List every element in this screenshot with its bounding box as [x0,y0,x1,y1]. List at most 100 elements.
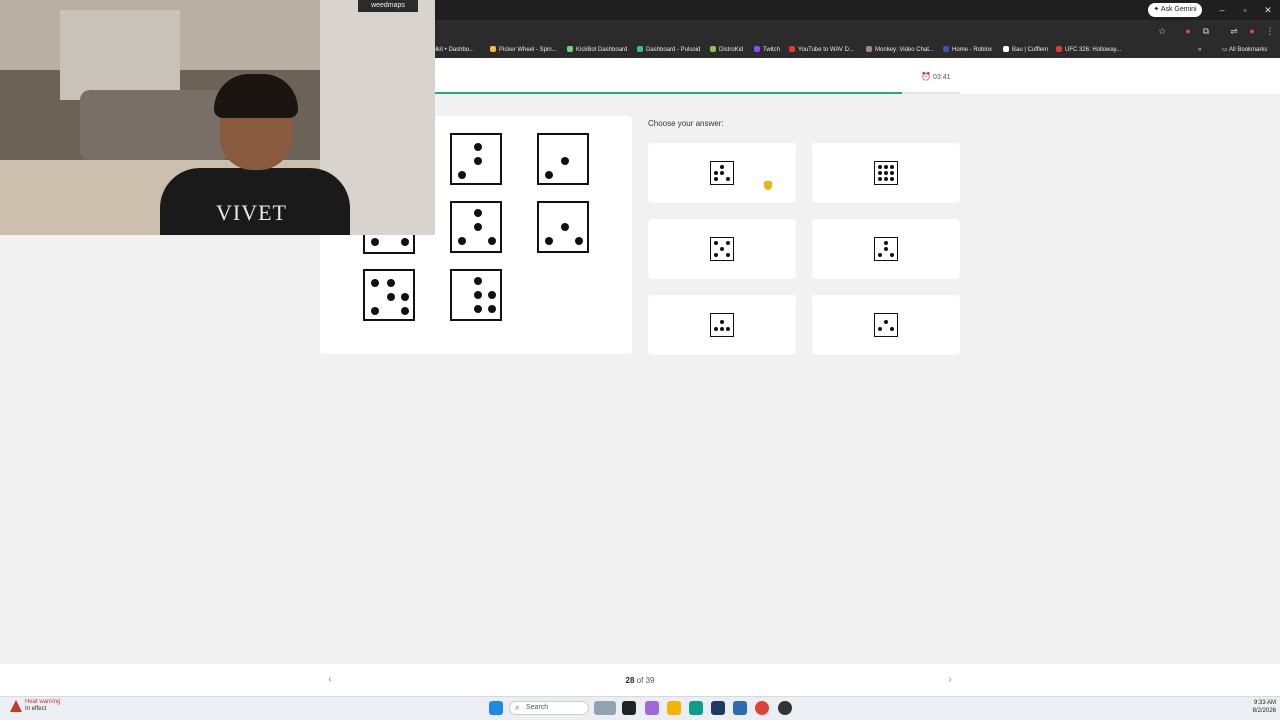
menu-dots-icon[interactable]: ⋮ [1264,25,1276,37]
all-bookmarks-label: All Bookmarks [1229,47,1268,53]
close-icon[interactable]: ✕ [1262,4,1274,16]
matrix-cell [450,201,502,253]
windows-start-icon[interactable] [489,701,503,715]
dot [878,253,882,257]
bookmark-item[interactable]: UFC 326: Holloway... [1056,45,1121,55]
dot [726,177,730,181]
bookmark-item[interactable]: Dashboard - Pulsoid [637,45,700,55]
cast-icon[interactable]: ⇌ [1228,25,1240,37]
answer-option[interactable] [812,143,960,203]
ask-gemini-label: Ask Gemini [1160,6,1197,13]
bookmark-label: Picker Wheel - Spin... [499,47,557,53]
restore-icon[interactable]: ▫ [1239,4,1251,16]
dot [878,327,882,331]
dot [720,247,724,251]
dot [884,320,888,324]
taskbar-search[interactable]: ⌕ Search [509,701,589,715]
dot [714,171,718,175]
hand-cursor-icon [764,181,772,190]
answer-option[interactable] [648,219,796,279]
bookmarks-overflow-icon[interactable]: » [1198,45,1201,55]
dot [401,238,409,246]
next-question-button[interactable]: › [942,672,958,688]
bookmark-favicon [754,46,760,52]
dot [575,237,583,245]
bookmark-favicon [567,46,573,52]
dot [890,171,894,175]
bookmark-item[interactable]: DistroKid [710,45,743,55]
dot [474,305,482,313]
bookmark-favicon [866,46,872,52]
extension-icon[interactable]: ● [1182,25,1194,37]
question-current: 28 [625,676,635,685]
all-bookmarks-link[interactable]: ▭ All Bookmarks [1222,45,1267,55]
dot [884,171,888,175]
widgets-icon[interactable] [594,701,616,715]
alarm-clock-icon: ⏰ [921,72,931,81]
bookmark-item[interactable]: Monkey: Video Chat... [866,45,934,55]
dot [387,293,395,301]
streamer-hair [214,74,298,118]
edge-icon[interactable] [689,701,703,715]
task-view-icon[interactable] [622,701,636,715]
dot [474,291,482,299]
dot [720,171,724,175]
dot [890,165,894,169]
heat-warning-title: Heat warning [25,699,61,705]
bookmark-label: Twitch [763,47,781,53]
dot [474,143,482,151]
file-explorer-icon[interactable] [667,701,681,715]
dot [488,291,496,299]
dot [720,320,724,324]
taskbar [0,696,1280,720]
timer: ⏰ 03:41 [921,72,951,82]
bookmark-label: Bau | Cufflem [1012,47,1049,53]
bookmark-label: Home - Roblox [952,47,993,53]
answer-option[interactable] [812,219,960,279]
shirt-text: VIVET [216,200,287,225]
app-icon[interactable] [778,701,792,715]
dot [488,305,496,313]
webcam-banner: weedmaps [358,0,418,12]
streamer: VIVET [160,74,350,235]
mail-icon[interactable] [733,701,747,715]
question-counter: 28 of 39 [610,676,670,685]
dot [474,209,482,217]
dot [720,165,724,169]
bookmark-item[interactable]: Picker Wheel - Spin... [490,45,557,55]
chrome-icon[interactable] [755,701,769,715]
bookmark-item[interactable]: Home - Roblox [943,45,992,55]
answer-option[interactable] [648,143,796,203]
bookmark-label: Monkey: Video Chat... [875,47,934,53]
bookmark-label: YouTube to WAV D... [798,47,854,53]
taskbar-clock[interactable]: 9:33 AM 8/2/2026 [1230,699,1276,715]
dot [884,247,888,251]
dot [474,157,482,165]
heat-warning-widget[interactable]: Heat warning In effect [25,699,60,717]
bookmark-label: Dashboard - Pulsoid [646,47,701,53]
dot [726,327,730,331]
puzzle-extensions-icon[interactable]: ⧉ [1200,25,1212,37]
bookmark-item[interactable]: YouTube to WAV D... [789,45,854,55]
answer-figure [874,237,898,261]
answer-option[interactable] [648,295,796,355]
minimize-icon[interactable]: – [1216,4,1228,16]
bookmark-item[interactable]: Bau | Cufflem [1003,45,1048,55]
bookmark-label: DistroKid [719,47,744,53]
star-icon[interactable]: ☆ [1156,25,1168,37]
dot [714,177,718,181]
dot [371,307,379,315]
copilot-icon[interactable] [645,701,659,715]
prev-question-button[interactable]: ‹ [322,672,338,688]
dot [401,293,409,301]
ask-gemini-button[interactable]: ✦ Ask Gemini [1148,3,1202,17]
store-icon[interactable] [711,701,725,715]
bookmark-item[interactable]: Twitch [754,45,780,55]
bookmark-favicon [710,46,716,52]
profile-avatar-icon[interactable]: ● [1246,25,1258,37]
dot [884,241,888,245]
bookmark-favicon [637,46,643,52]
answer-option[interactable] [812,295,960,355]
bookmark-item[interactable]: KickBot Dashboard [567,45,627,55]
bookmark-favicon [1056,46,1062,52]
